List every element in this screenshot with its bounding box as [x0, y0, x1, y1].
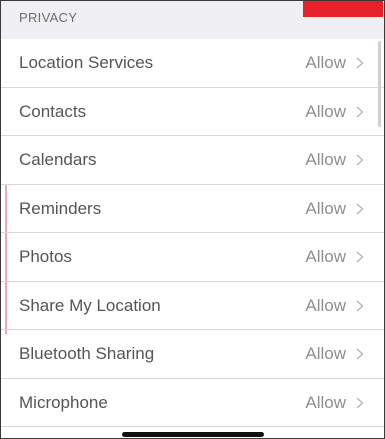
privacy-row-contacts[interactable]: Contacts Allow [1, 88, 384, 137]
row-value: Allow [305, 247, 346, 267]
row-label: Microphone [19, 392, 108, 412]
privacy-row-bluetooth-sharing[interactable]: Bluetooth Sharing Allow [1, 330, 384, 379]
home-indicator[interactable] [122, 432, 264, 437]
chevron-right-icon [356, 251, 364, 263]
row-label: Bluetooth Sharing [19, 344, 155, 364]
row-label: Photos [19, 247, 72, 267]
row-value: Allow [305, 295, 346, 315]
chevron-right-icon [356, 203, 364, 215]
red-highlight-mark [303, 1, 383, 17]
privacy-row-microphone[interactable]: Microphone Allow [1, 379, 384, 428]
chevron-right-icon [356, 397, 364, 409]
privacy-row-share-my-location[interactable]: Share My Location Allow [1, 282, 384, 331]
settings-screen: PRIVACY Location Services Allow Contacts… [0, 0, 385, 439]
privacy-row-location-services[interactable]: Location Services Allow [1, 39, 384, 88]
scroll-indicator[interactable] [378, 41, 381, 127]
row-value: Allow [305, 344, 346, 364]
chevron-right-icon [356, 57, 364, 69]
row-label: Share My Location [19, 295, 161, 315]
privacy-row-reminders[interactable]: Reminders Allow [1, 185, 384, 234]
chevron-right-icon [356, 348, 364, 360]
row-value: Allow [305, 101, 346, 121]
row-value: Allow [305, 150, 346, 170]
chevron-right-icon [356, 106, 364, 118]
privacy-row-photos[interactable]: Photos Allow [1, 233, 384, 282]
row-value: Allow [305, 198, 346, 218]
row-label: Reminders [19, 198, 102, 218]
row-label: Location Services [19, 53, 154, 73]
privacy-list: Location Services Allow Contacts Allow C… [1, 39, 384, 427]
row-label: Calendars [19, 150, 97, 170]
row-value: Allow [305, 53, 346, 73]
chevron-right-icon [356, 154, 364, 166]
chevron-right-icon [356, 300, 364, 312]
row-label: Contacts [19, 101, 87, 121]
row-value: Allow [305, 392, 346, 412]
privacy-row-calendars[interactable]: Calendars Allow [1, 136, 384, 185]
section-header-label: PRIVACY [19, 10, 78, 25]
section-header: PRIVACY [1, 1, 384, 39]
